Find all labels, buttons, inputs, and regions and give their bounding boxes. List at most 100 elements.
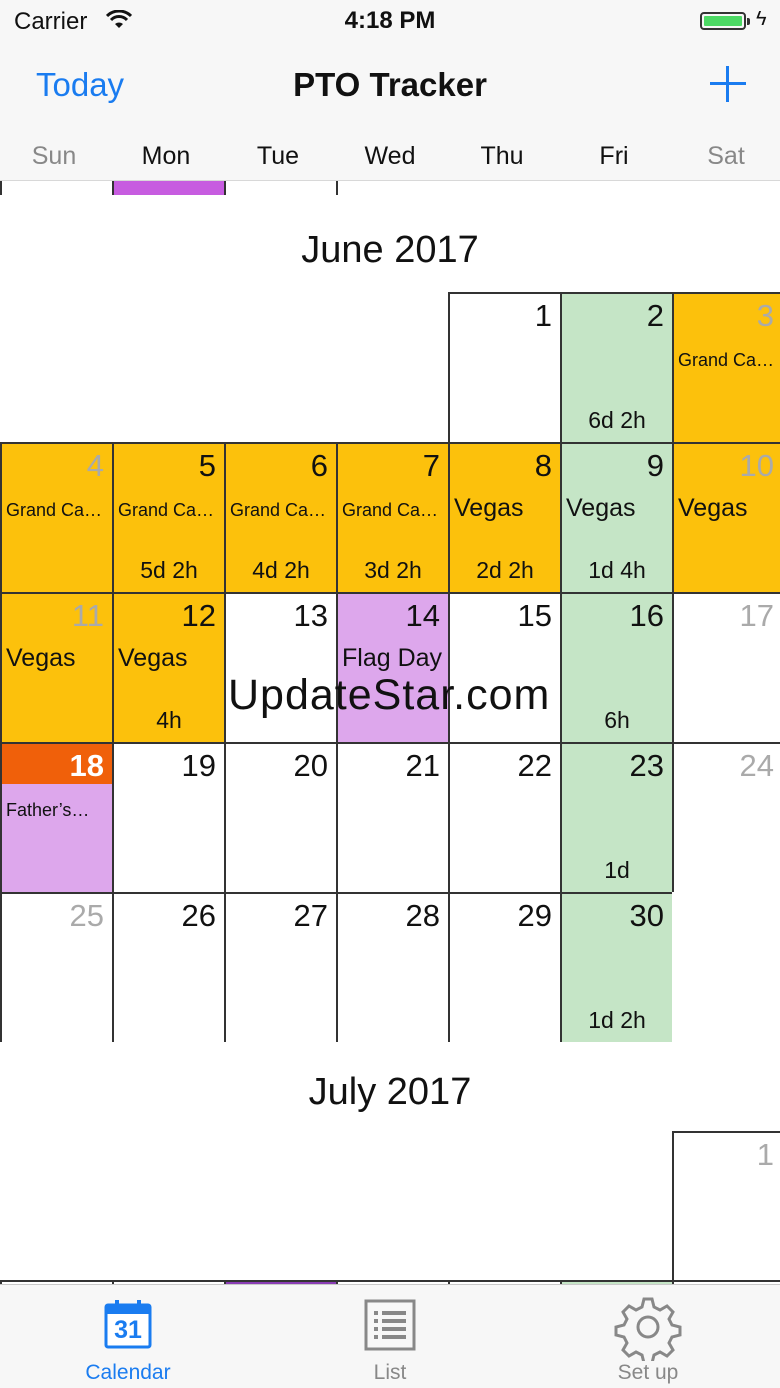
pto-balance: 1d 4h bbox=[588, 557, 646, 583]
pto-balance: 6d 2h bbox=[588, 407, 646, 433]
day-cell[interactable]: 18 Father’s… bbox=[0, 742, 112, 892]
add-button[interactable] bbox=[708, 64, 748, 104]
day-number: 1 bbox=[756, 1137, 774, 1172]
previous-month-cell[interactable] bbox=[112, 181, 224, 195]
day-cell[interactable]: 7 Grand Ca… 3d 2h bbox=[336, 442, 448, 592]
previous-month-cell[interactable] bbox=[0, 181, 2, 195]
gear-icon bbox=[614, 1297, 682, 1361]
event-label: Grand Ca… bbox=[230, 500, 327, 520]
day-cell[interactable]: 30 1d 2h bbox=[560, 892, 672, 1042]
event-label: Vegas bbox=[678, 494, 748, 522]
day-cell[interactable]: 5 Grand Ca… 5d 2h bbox=[112, 442, 224, 592]
day-cell[interactable]: 4 Grand Ca… bbox=[0, 442, 112, 592]
tab-label: List bbox=[373, 1361, 407, 1384]
day-cell[interactable]: 27 bbox=[224, 892, 336, 1042]
day-number: 26 bbox=[181, 898, 216, 933]
event-label: Vegas bbox=[454, 494, 524, 522]
day-number: 17 bbox=[739, 598, 774, 633]
pto-balance: 3d 2h bbox=[364, 557, 422, 583]
event-label: Vegas bbox=[118, 644, 188, 672]
day-cell[interactable]: 17 bbox=[672, 592, 780, 742]
day-cell[interactable]: 3 Grand Ca… bbox=[672, 292, 780, 442]
day-cell[interactable]: 28 bbox=[336, 892, 448, 1042]
pto-balance: 1d bbox=[604, 857, 630, 883]
pto-balance: 4d 2h bbox=[252, 557, 310, 583]
pto-balance: 4h bbox=[156, 707, 182, 733]
day-cell[interactable]: 12 Vegas 4h bbox=[112, 592, 224, 742]
day-number: 30 bbox=[629, 898, 664, 933]
day-cell[interactable]: 21 bbox=[336, 742, 448, 892]
pto-balance: 5d 2h bbox=[140, 557, 198, 583]
month-title: June 2017 bbox=[301, 229, 479, 271]
day-number: 24 bbox=[739, 748, 774, 783]
day-cell[interactable]: 23 1d bbox=[560, 742, 672, 892]
pto-balance: 6h bbox=[604, 707, 630, 733]
day-number: 28 bbox=[405, 898, 440, 933]
day-cell[interactable]: 20 bbox=[224, 742, 336, 892]
day-cell[interactable]: 24 bbox=[672, 742, 780, 892]
weekday-label: Tue bbox=[256, 142, 300, 170]
day-cell[interactable]: 2 6d 2h bbox=[560, 292, 672, 442]
list-icon bbox=[364, 1299, 416, 1351]
day-number: 15 bbox=[517, 598, 552, 633]
event-label: Father’s… bbox=[6, 800, 90, 820]
day-number: 18 bbox=[69, 748, 104, 783]
day-cell[interactable]: 19 bbox=[112, 742, 224, 892]
day-cell[interactable]: 10 Vegas bbox=[672, 442, 780, 592]
day-cell[interactable]: 22 bbox=[448, 742, 560, 892]
weekday-label: Thu bbox=[480, 142, 524, 170]
day-number: 19 bbox=[181, 748, 216, 783]
day-number: 2 bbox=[646, 298, 664, 333]
event-label: Grand Ca… bbox=[342, 500, 439, 520]
day-cell[interactable]: 1 bbox=[672, 1131, 780, 1281]
battery-icon bbox=[700, 12, 750, 30]
day-cell[interactable]: 11 Vegas bbox=[0, 592, 112, 742]
day-number: 23 bbox=[629, 748, 664, 783]
weekday-label: Wed bbox=[364, 142, 416, 170]
event-label: Grand Ca… bbox=[678, 350, 775, 370]
weekday-label: Sat bbox=[707, 142, 745, 170]
day-number: 14 bbox=[405, 598, 440, 633]
day-number: 16 bbox=[629, 598, 664, 633]
day-number: 1 bbox=[534, 298, 552, 333]
day-number: 11 bbox=[71, 598, 104, 633]
day-number: 8 bbox=[534, 448, 552, 483]
tab-bar: 31 Calendar List Set up bbox=[0, 1284, 780, 1388]
weekday-label: Mon bbox=[141, 142, 191, 170]
day-number: 20 bbox=[293, 748, 328, 783]
event-label: Vegas bbox=[566, 494, 636, 522]
tab-setup[interactable]: Set up bbox=[568, 1285, 728, 1388]
day-number: 12 bbox=[181, 598, 216, 633]
day-cell[interactable]: 16 6h bbox=[560, 592, 672, 742]
day-cell[interactable]: 9 Vegas 1d 4h bbox=[560, 442, 672, 592]
weekday-label: Sun bbox=[31, 142, 77, 170]
calendar-icon: 31 bbox=[104, 1299, 152, 1349]
day-cell[interactable]: 8 Vegas 2d 2h bbox=[448, 442, 560, 592]
page-title: PTO Tracker bbox=[293, 66, 487, 103]
day-cell[interactable]: 29 bbox=[448, 892, 560, 1042]
event-label: Grand Ca… bbox=[118, 500, 215, 520]
tab-calendar[interactable]: 31 Calendar bbox=[48, 1285, 208, 1388]
calendar-icon-badge: 31 bbox=[114, 1316, 142, 1344]
event-label: Flag Day bbox=[342, 644, 443, 672]
charging-icon: ϟ bbox=[756, 8, 767, 30]
calendar-scroll-area[interactable]: June 2017 July 2017 1 2 6d 2h 3 Grand Ca… 4 Gr… bbox=[0, 181, 780, 1284]
tab-list[interactable]: List bbox=[310, 1285, 470, 1388]
today-marker: 18 bbox=[2, 744, 112, 784]
day-number: 3 bbox=[756, 298, 774, 333]
pto-balance: 1d 2h bbox=[588, 1007, 646, 1033]
day-cell[interactable]: 1 bbox=[448, 292, 560, 442]
weekday-label: Fri bbox=[599, 142, 629, 170]
previous-month-cell[interactable] bbox=[336, 181, 448, 195]
day-cell[interactable]: 26 bbox=[112, 892, 224, 1042]
day-cell[interactable]: 6 Grand Ca… 4d 2h bbox=[224, 442, 336, 592]
previous-month-cell[interactable] bbox=[224, 181, 336, 195]
event-label: Vegas bbox=[6, 644, 76, 672]
day-number: 5 bbox=[198, 448, 216, 483]
day-number: 10 bbox=[739, 448, 774, 483]
pto-balance: 2d 2h bbox=[476, 557, 534, 583]
day-cell[interactable]: 25 bbox=[0, 892, 112, 1042]
clock: 4:18 PM bbox=[344, 7, 436, 34]
day-number: 25 bbox=[69, 898, 104, 933]
tab-label: Set up bbox=[617, 1361, 679, 1384]
